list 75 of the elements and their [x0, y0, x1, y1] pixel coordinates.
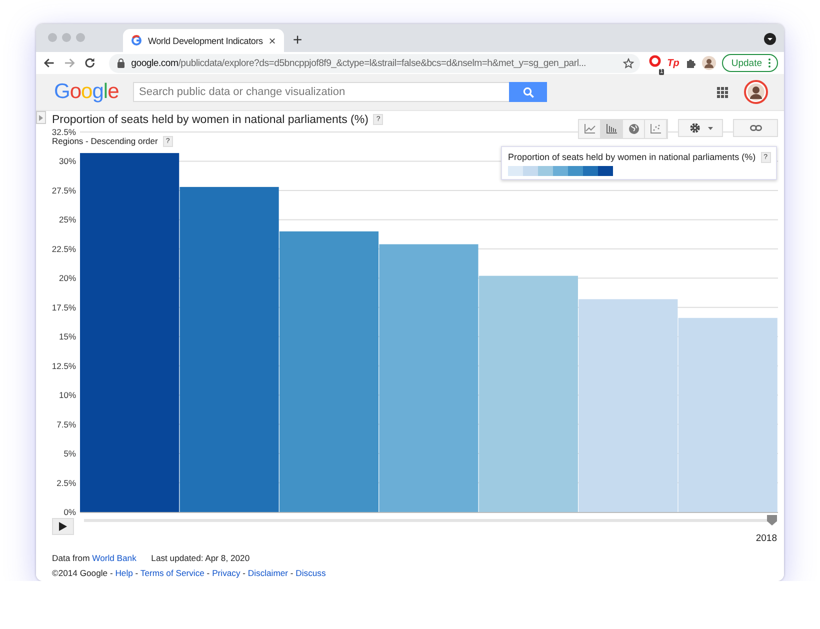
play-icon [59, 522, 67, 531]
footer-link[interactable]: Discuss [296, 568, 326, 578]
axis-label: 20% [58, 273, 76, 284]
expand-panel-button[interactable] [36, 111, 46, 124]
search-icon [522, 86, 534, 98]
footer-text: Data from [52, 553, 90, 563]
axis-label: 0% [64, 507, 76, 517]
play-button[interactable] [52, 518, 74, 535]
settings-button[interactable] [678, 119, 723, 137]
axis-label: 22.5% [52, 244, 76, 254]
axis-label: 12.5% [52, 360, 76, 371]
footer-link[interactable]: World Bank [92, 553, 136, 563]
reload-icon[interactable] [84, 57, 96, 69]
chart-type-button[interactable] [645, 120, 667, 138]
lock-icon [117, 58, 126, 68]
new-tab-button[interactable]: + [292, 33, 302, 49]
separator: - [206, 568, 210, 578]
separator: - [135, 568, 138, 578]
extension-button[interactable]: Tp [667, 58, 680, 68]
year-label: 2018 [756, 533, 777, 544]
star-icon[interactable] [623, 58, 634, 68]
separator: - [290, 568, 294, 578]
axis-label: 2.5% [56, 478, 76, 488]
axis-label: 5% [64, 448, 76, 459]
update-button[interactable]: Update [722, 54, 778, 72]
footer-link[interactable]: Disclaimer [248, 568, 288, 578]
axis-label: 30% [58, 156, 76, 166]
url-text: google.com/publicdata/explore?ds=d5bncppjof8f9_&ctype=l&strail=false&bcs=d&nselm=h&met_y=sg_gen_parl... [131, 58, 587, 68]
chart-type-button[interactable] [579, 120, 601, 138]
axis-label: 15% [58, 332, 76, 342]
search-button[interactable] [509, 82, 547, 102]
link-button[interactable] [733, 119, 778, 137]
more-icon[interactable] [768, 58, 772, 68]
line-chart-icon [584, 123, 596, 135]
google-g-icon[interactable] [131, 35, 142, 46]
legend-title: Proportion of seats held by women in national parliaments (%) [508, 152, 756, 162]
footer-link[interactable]: Terms of Service [140, 568, 204, 578]
account-avatar-icon[interactable] [744, 80, 768, 104]
caret-icon [708, 126, 712, 130]
puzzle-icon[interactable] [685, 58, 696, 68]
separator: - [110, 568, 113, 578]
footer-text: ©2014 Google [52, 568, 108, 578]
footer-text: Last updated: Apr 8, 2020 [151, 553, 250, 563]
axis-label: 25% [58, 214, 76, 225]
chart-type-button[interactable] [601, 120, 623, 138]
chart-type-button[interactable] [623, 120, 645, 138]
tab-title: World Development Indicators [148, 36, 263, 46]
google-logo[interactable]: Google [54, 80, 133, 104]
axis-label: 32.5% [52, 127, 76, 137]
footer-link[interactable]: Privacy [212, 568, 240, 578]
axis-label: 17.5% [52, 302, 76, 312]
tab-close-button[interactable]: × [268, 34, 276, 48]
chart-title: Proportion of seats held by women in national parliaments (%) [52, 114, 368, 126]
bar-chart-icon [606, 123, 618, 135]
slider-thumb[interactable] [767, 514, 777, 526]
chart-subtitle: Regions - Descending order [52, 136, 158, 146]
search-field[interactable]: Search public data or change visualization [133, 82, 509, 102]
separator: - [242, 568, 246, 578]
ring-icon[interactable] [649, 55, 662, 67]
settings-icon [688, 122, 700, 134]
axis-label: 27.5% [52, 185, 76, 196]
scatter-chart-icon [650, 123, 662, 135]
profile-avatar-icon[interactable] [702, 56, 716, 70]
axis-label: 10% [58, 390, 76, 400]
browser-tab[interactable]: World Development Indicators × [123, 29, 284, 52]
triangle-right-icon [39, 114, 43, 120]
forward-icon[interactable] [64, 57, 76, 69]
tab-search-icon[interactable] [764, 33, 776, 45]
apps-grid-icon[interactable] [717, 86, 728, 98]
back-icon[interactable] [43, 57, 55, 69]
link-icon [750, 125, 762, 131]
footer-link[interactable]: Help [115, 568, 133, 578]
axis-label: 7.5% [56, 419, 76, 430]
address-bar[interactable]: google.com/publicdata/explore?ds=d5bncppjof8f9_&ctype=l&strail=false&bcs=d&nselm=h&met_y=sg_gen_parl... [109, 54, 640, 72]
globe-icon [628, 123, 640, 135]
